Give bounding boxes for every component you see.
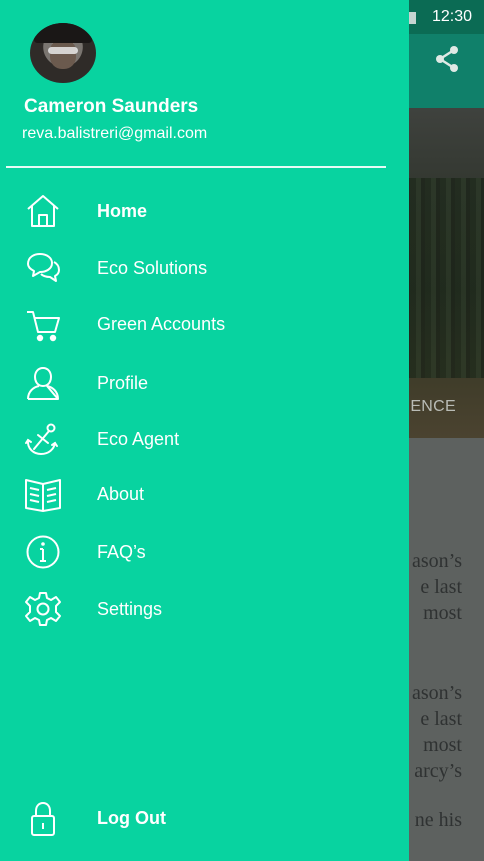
user-name: Cameron Saunders	[24, 96, 199, 117]
menu-item-about[interactable]: About	[0, 470, 409, 518]
chat-bubbles-icon	[24, 250, 62, 286]
lock-icon	[24, 800, 62, 836]
menu-label-faqs: FAQ’s	[97, 542, 146, 562]
menu-label-profile: Profile	[97, 373, 149, 393]
menu-label-home: Home	[97, 201, 148, 221]
menu-item-profile[interactable]: Profile	[0, 359, 409, 407]
menu-item-green-accounts[interactable]: Green Accounts	[0, 300, 409, 348]
menu-item-settings[interactable]: Settings	[0, 585, 409, 633]
menu-item-eco-solutions[interactable]: Eco Solutions	[0, 244, 409, 292]
menu-item-eco-agent[interactable]: Eco Agent	[0, 415, 409, 463]
menu-label-green-accounts: Green Accounts	[97, 314, 226, 334]
book-icon	[24, 476, 62, 512]
article-paragraph-2: ason’s e last most arcy’s	[412, 682, 462, 782]
user-email: reva.balistreri@gmail.com	[22, 125, 208, 142]
article-paragraph-3: ne his	[414, 809, 462, 831]
navigation-drawer: Cameron Saunders reva.balistreri@gmail.c…	[0, 0, 409, 861]
article-paragraph-1: ason’s e last most	[412, 550, 462, 624]
menu-label-eco-agent: Eco Agent	[97, 429, 180, 449]
avatar[interactable]	[30, 23, 96, 83]
logout-button[interactable]: Log Out	[0, 794, 409, 842]
status-time: 12:30	[431, 8, 472, 25]
anchor-icon	[24, 421, 62, 457]
menu-label-settings: Settings	[97, 599, 163, 619]
menu-item-home[interactable]: Home	[0, 187, 409, 235]
shopping-cart-icon	[24, 306, 62, 342]
user-icon	[24, 365, 62, 401]
share-icon[interactable]	[432, 44, 462, 74]
menu-label-about: About	[97, 484, 145, 504]
home-icon	[24, 193, 62, 229]
menu-label-eco-solutions: Eco Solutions	[97, 258, 208, 278]
logout-label: Log Out	[97, 808, 166, 828]
hero-caption: IENCE	[405, 398, 456, 415]
gear-icon	[24, 591, 62, 627]
info-icon	[24, 534, 62, 570]
menu-item-faqs[interactable]: FAQ’s	[0, 528, 409, 576]
header-divider	[6, 166, 386, 168]
